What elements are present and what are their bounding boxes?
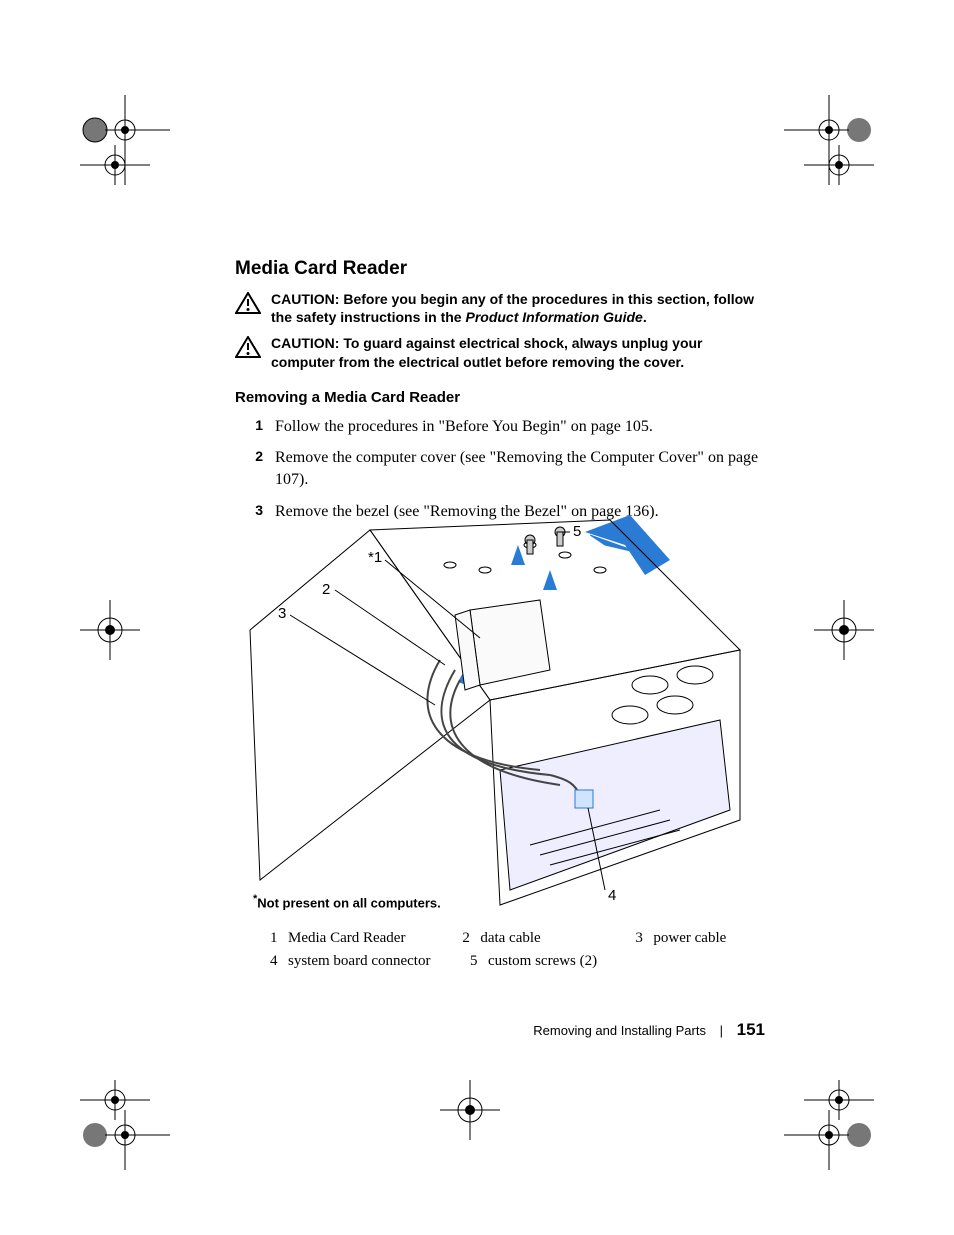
subheading: Removing a Media Card Reader — [235, 389, 765, 406]
page-number: 151 — [737, 1020, 765, 1039]
crop-mark-top-right — [784, 95, 874, 190]
callout-3: 3 — [278, 605, 286, 622]
caution-2-text: CAUTION: To guard against electrical sho… — [271, 334, 765, 370]
callout-4: 4 — [608, 887, 616, 904]
page-footer: Removing and Installing Parts | 151 — [0, 1020, 765, 1040]
crop-mark-top-left — [80, 95, 170, 190]
crop-mark-mid-right — [814, 600, 874, 665]
step-1: 1 Follow the procedures in "Before You B… — [235, 416, 765, 438]
footnote: *Not present on all computers. — [253, 893, 441, 910]
caution-2: CAUTION: To guard against electrical sho… — [235, 334, 765, 370]
callout-5: 5 — [573, 523, 581, 540]
caution-1-text: CAUTION: Before you begin any of the pro… — [271, 290, 765, 326]
legend: 1Media Card Reader 2data cable 3power ca… — [270, 930, 770, 976]
chapter-title: Removing and Installing Parts — [533, 1023, 706, 1038]
caution-1: CAUTION: Before you begin any of the pro… — [235, 290, 765, 326]
step-2: 2 Remove the computer cover (see "Removi… — [235, 447, 765, 490]
warning-icon — [235, 336, 261, 363]
crop-mark-bottom-mid — [440, 1080, 500, 1145]
callout-1: *1 — [368, 549, 382, 566]
diagram: *1 2 3 4 5 — [230, 510, 770, 930]
callout-2: 2 — [322, 581, 330, 598]
crop-mark-bottom-right — [784, 1080, 874, 1175]
warning-icon — [235, 292, 261, 319]
crop-mark-bottom-left — [80, 1080, 170, 1175]
section-title: Media Card Reader — [235, 258, 765, 280]
crop-mark-mid-left — [80, 600, 140, 665]
step-list: 1 Follow the procedures in "Before You B… — [235, 416, 765, 522]
